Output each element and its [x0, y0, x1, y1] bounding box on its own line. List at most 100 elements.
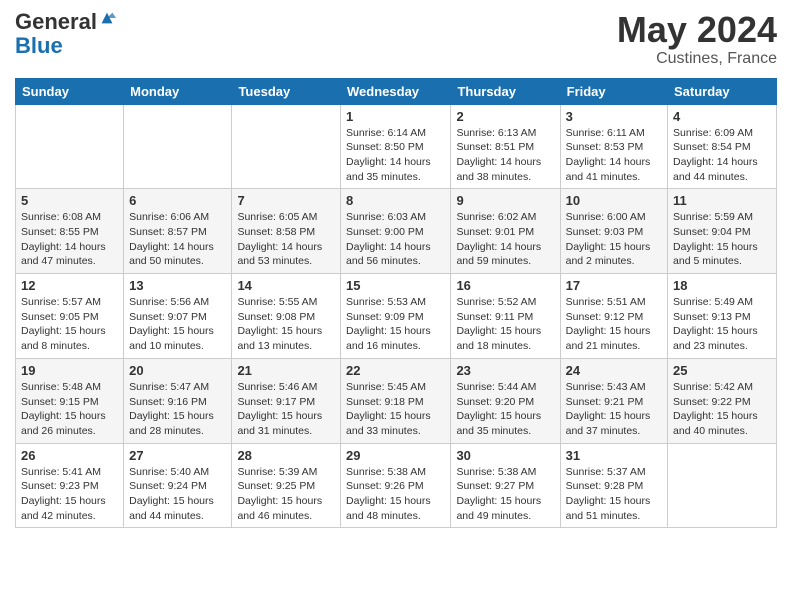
- day-info: Sunrise: 6:06 AM Sunset: 8:57 PM Dayligh…: [129, 210, 226, 269]
- calendar-cell: 31 Sunrise: 5:37 AM Sunset: 9:28 PM Dayli…: [560, 443, 667, 528]
- day-number: 24: [566, 363, 662, 378]
- day-info: Sunrise: 5:47 AM Sunset: 9:16 PM Dayligh…: [129, 380, 226, 439]
- day-number: 26: [21, 448, 118, 463]
- col-tuesday: Tuesday: [232, 78, 341, 104]
- calendar-week-2: 5 Sunrise: 6:08 AM Sunset: 8:55 PM Daylig…: [16, 189, 777, 274]
- calendar-cell: 8Sunrise: 6:03 AM Sunset: 9:00 PM Daylig…: [341, 189, 451, 274]
- day-info: Sunrise: 5:53 AM Sunset: 9:09 PM Dayligh…: [346, 295, 445, 354]
- day-number: 18: [673, 278, 771, 293]
- calendar-cell: 18 Sunrise: 5:49 AM Sunset: 9:13 PM Dayli…: [668, 274, 777, 359]
- day-number: 14: [237, 278, 335, 293]
- logo-icon: [98, 9, 116, 27]
- day-info: Sunrise: 5:51 AM Sunset: 9:12 PM Dayligh…: [566, 295, 662, 354]
- calendar-cell: 14Sunrise: 5:55 AM Sunset: 9:08 PM Dayli…: [232, 274, 341, 359]
- logo: General Blue: [15, 10, 116, 58]
- calendar-cell: 16Sunrise: 5:52 AM Sunset: 9:11 PM Dayli…: [451, 274, 560, 359]
- calendar-cell: 4Sunrise: 6:09 AM Sunset: 8:54 PM Daylig…: [668, 104, 777, 189]
- calendar-cell: 15Sunrise: 5:53 AM Sunset: 9:09 PM Dayli…: [341, 274, 451, 359]
- day-number: 20: [129, 363, 226, 378]
- day-info: Sunrise: 6:08 AM Sunset: 8:55 PM Dayligh…: [21, 210, 118, 269]
- calendar-cell: 30 Sunrise: 5:38 AM Sunset: 9:27 PM Dayli…: [451, 443, 560, 528]
- day-info: Sunrise: 5:39 AM Sunset: 9:25 PM Dayligh…: [237, 465, 335, 524]
- calendar-cell: 25 Sunrise: 5:42 AM Sunset: 9:22 PM Dayli…: [668, 358, 777, 443]
- calendar-cell: 9Sunrise: 6:02 AM Sunset: 9:01 PM Daylig…: [451, 189, 560, 274]
- header-row: Sunday Monday Tuesday Wednesday Thursday…: [16, 78, 777, 104]
- day-number: 5: [21, 193, 118, 208]
- day-info: Sunrise: 5:48 AM Sunset: 9:15 PM Dayligh…: [21, 380, 118, 439]
- day-number: 23: [456, 363, 554, 378]
- day-number: 19: [21, 363, 118, 378]
- calendar-cell: 10 Sunrise: 6:00 AM Sunset: 9:03 PM Dayli…: [560, 189, 667, 274]
- day-number: 1: [346, 109, 445, 124]
- title-area: May 2024 Custines, France: [617, 10, 777, 68]
- col-saturday: Saturday: [668, 78, 777, 104]
- day-info: Sunrise: 5:44 AM Sunset: 9:20 PM Dayligh…: [456, 380, 554, 439]
- day-info: Sunrise: 5:40 AM Sunset: 9:24 PM Dayligh…: [129, 465, 226, 524]
- calendar-cell: 13Sunrise: 5:56 AM Sunset: 9:07 PM Dayli…: [124, 274, 232, 359]
- day-number: 4: [673, 109, 771, 124]
- calendar-week-1: 1Sunrise: 6:14 AM Sunset: 8:50 PM Daylig…: [16, 104, 777, 189]
- day-number: 6: [129, 193, 226, 208]
- day-number: 17: [566, 278, 662, 293]
- day-number: 28: [237, 448, 335, 463]
- day-info: Sunrise: 5:43 AM Sunset: 9:21 PM Dayligh…: [566, 380, 662, 439]
- calendar-cell: 7 Sunrise: 6:05 AM Sunset: 8:58 PM Daylig…: [232, 189, 341, 274]
- calendar-cell: 27 Sunrise: 5:40 AM Sunset: 9:24 PM Dayli…: [124, 443, 232, 528]
- calendar-cell: 19 Sunrise: 5:48 AM Sunset: 9:15 PM Dayli…: [16, 358, 124, 443]
- day-number: 31: [566, 448, 662, 463]
- location: Custines, France: [617, 50, 777, 68]
- day-info: Sunrise: 5:38 AM Sunset: 9:27 PM Dayligh…: [456, 465, 554, 524]
- calendar-cell: 24 Sunrise: 5:43 AM Sunset: 9:21 PM Dayli…: [560, 358, 667, 443]
- day-number: 12: [21, 278, 118, 293]
- day-number: 9: [456, 193, 554, 208]
- day-info: Sunrise: 5:49 AM Sunset: 9:13 PM Dayligh…: [673, 295, 771, 354]
- day-info: Sunrise: 5:56 AM Sunset: 9:07 PM Dayligh…: [129, 295, 226, 354]
- calendar-cell: [124, 104, 232, 189]
- day-number: 3: [566, 109, 662, 124]
- calendar-week-5: 26 Sunrise: 5:41 AM Sunset: 9:23 PM Dayli…: [16, 443, 777, 528]
- day-info: Sunrise: 5:57 AM Sunset: 9:05 PM Dayligh…: [21, 295, 118, 354]
- calendar: Sunday Monday Tuesday Wednesday Thursday…: [15, 78, 777, 529]
- page: General Blue May 2024 Custines, France S…: [0, 0, 792, 538]
- day-number: 11: [673, 193, 771, 208]
- calendar-week-3: 12 Sunrise: 5:57 AM Sunset: 9:05 PM Dayli…: [16, 274, 777, 359]
- day-info: Sunrise: 6:00 AM Sunset: 9:03 PM Dayligh…: [566, 210, 662, 269]
- calendar-cell: 29Sunrise: 5:38 AM Sunset: 9:26 PM Dayli…: [341, 443, 451, 528]
- calendar-cell: 6 Sunrise: 6:06 AM Sunset: 8:57 PM Daylig…: [124, 189, 232, 274]
- day-number: 30: [456, 448, 554, 463]
- calendar-cell: [232, 104, 341, 189]
- day-info: Sunrise: 5:45 AM Sunset: 9:18 PM Dayligh…: [346, 380, 445, 439]
- day-number: 22: [346, 363, 445, 378]
- day-info: Sunrise: 6:05 AM Sunset: 8:58 PM Dayligh…: [237, 210, 335, 269]
- col-wednesday: Wednesday: [341, 78, 451, 104]
- day-info: Sunrise: 6:03 AM Sunset: 9:00 PM Dayligh…: [346, 210, 445, 269]
- day-number: 25: [673, 363, 771, 378]
- day-info: Sunrise: 5:37 AM Sunset: 9:28 PM Dayligh…: [566, 465, 662, 524]
- calendar-cell: 11Sunrise: 5:59 AM Sunset: 9:04 PM Dayli…: [668, 189, 777, 274]
- calendar-cell: 2 Sunrise: 6:13 AM Sunset: 8:51 PM Daylig…: [451, 104, 560, 189]
- logo-blue: Blue: [15, 33, 63, 58]
- day-number: 27: [129, 448, 226, 463]
- calendar-cell: 23 Sunrise: 5:44 AM Sunset: 9:20 PM Dayli…: [451, 358, 560, 443]
- day-info: Sunrise: 6:11 AM Sunset: 8:53 PM Dayligh…: [566, 126, 662, 185]
- header: General Blue May 2024 Custines, France: [15, 10, 777, 68]
- day-info: Sunrise: 5:41 AM Sunset: 9:23 PM Dayligh…: [21, 465, 118, 524]
- month-title: May 2024: [617, 10, 777, 50]
- calendar-cell: [16, 104, 124, 189]
- col-monday: Monday: [124, 78, 232, 104]
- logo-general: General: [15, 10, 97, 34]
- calendar-cell: [668, 443, 777, 528]
- day-number: 10: [566, 193, 662, 208]
- calendar-cell: 22 Sunrise: 5:45 AM Sunset: 9:18 PM Dayli…: [341, 358, 451, 443]
- day-info: Sunrise: 5:42 AM Sunset: 9:22 PM Dayligh…: [673, 380, 771, 439]
- col-sunday: Sunday: [16, 78, 124, 104]
- col-friday: Friday: [560, 78, 667, 104]
- day-info: Sunrise: 6:13 AM Sunset: 8:51 PM Dayligh…: [456, 126, 554, 185]
- day-number: 7: [237, 193, 335, 208]
- calendar-cell: 3 Sunrise: 6:11 AM Sunset: 8:53 PM Daylig…: [560, 104, 667, 189]
- day-number: 2: [456, 109, 554, 124]
- calendar-cell: 12 Sunrise: 5:57 AM Sunset: 9:05 PM Dayli…: [16, 274, 124, 359]
- day-info: Sunrise: 5:52 AM Sunset: 9:11 PM Dayligh…: [456, 295, 554, 354]
- calendar-cell: 28 Sunrise: 5:39 AM Sunset: 9:25 PM Dayli…: [232, 443, 341, 528]
- calendar-cell: 17 Sunrise: 5:51 AM Sunset: 9:12 PM Dayli…: [560, 274, 667, 359]
